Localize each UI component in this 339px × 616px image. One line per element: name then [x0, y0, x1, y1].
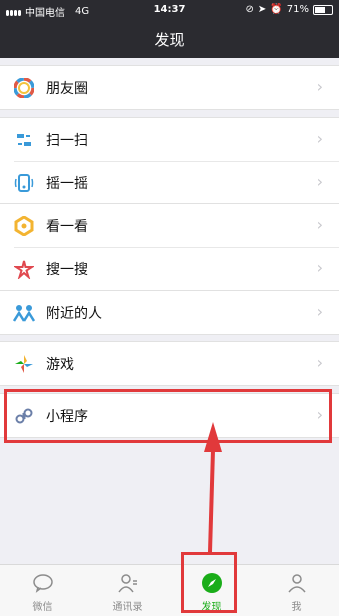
tab-label: 我: [291, 602, 302, 613]
tab-chats[interactable]: 微信: [0, 565, 85, 616]
tab-me[interactable]: 我: [254, 565, 339, 616]
compass-icon: [199, 570, 225, 596]
person-icon: [284, 570, 310, 596]
tab-label: 微信: [32, 602, 53, 613]
contacts-icon: [115, 570, 141, 596]
tab-discover[interactable]: 发现: [169, 565, 254, 616]
tab-contacts[interactable]: 通讯录: [85, 565, 170, 616]
tab-label: 发现: [201, 602, 222, 613]
chat-icon: [30, 570, 56, 596]
tab-label: 通讯录: [112, 602, 143, 613]
tab-bar: 微信 通讯录 发现 我: [0, 564, 339, 616]
annotation-arrow: [204, 422, 222, 553]
